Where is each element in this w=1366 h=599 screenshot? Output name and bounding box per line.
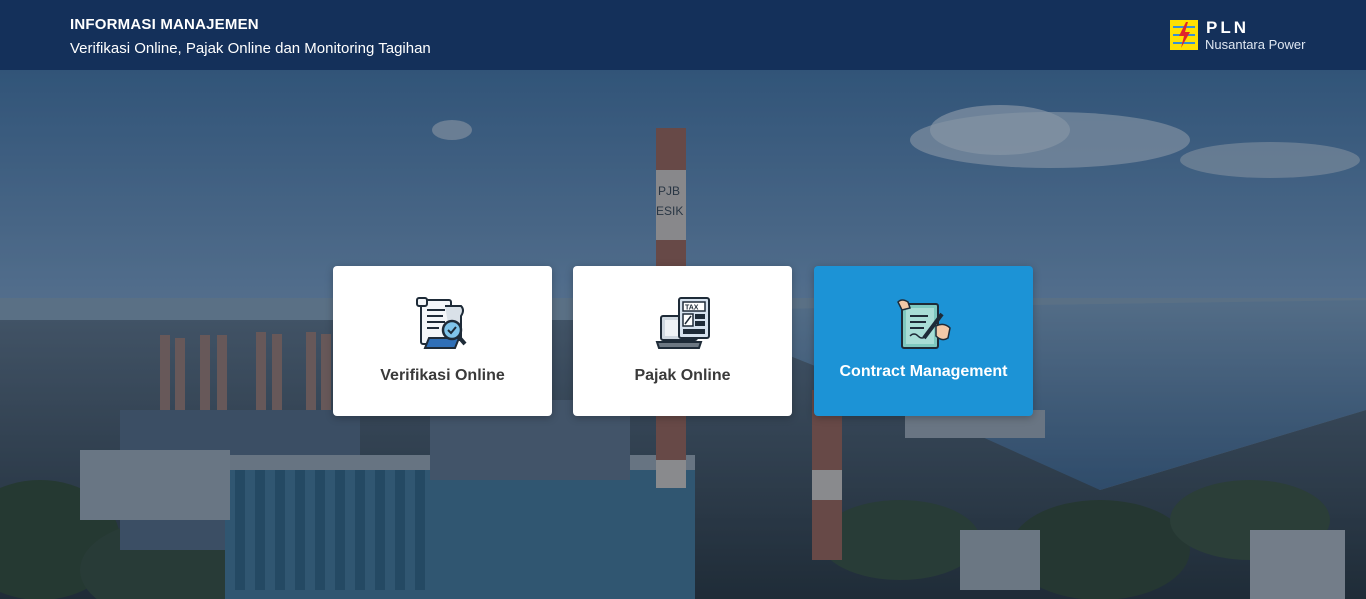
pajak-online-label: Pajak Online [634,367,731,384]
pln-lightning-icon [1170,20,1198,50]
pajak-online-card[interactable]: TAX Pajak Online [573,266,792,416]
contract-sign-icon [896,296,952,354]
page-title: INFORMASI MANAJEMEN [70,16,259,33]
page-subtitle: Verifikasi Online, Pajak Online dan Moni… [70,40,431,57]
pln-logo: PLN Nusantara Power [1170,18,1320,52]
top-header: INFORMASI MANAJEMEN Verifikasi Online, P… [0,0,1366,70]
contract-management-card[interactable]: Contract Management [814,266,1033,416]
contract-management-label: Contract Management [839,363,1008,380]
logo-subtitle: Nusantara Power [1205,37,1306,52]
svg-text:TAX: TAX [685,305,699,312]
page: PJB ESIK INFORMASI MANAJEMEN Verifikasi … [0,0,1366,599]
verifikasi-online-label: Verifikasi Online [380,367,505,384]
document-search-icon [415,296,471,354]
verifikasi-online-card[interactable]: Verifikasi Online [333,266,552,416]
logo-name: PLN [1206,18,1249,37]
tax-laptop-icon: TAX [655,296,711,354]
